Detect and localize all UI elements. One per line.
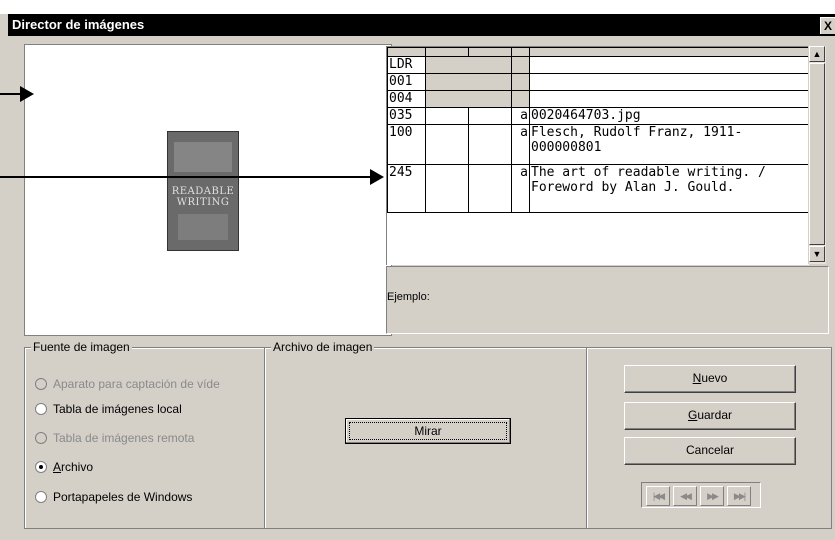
pointer-arrowhead-icon: [370, 169, 384, 185]
value-cell[interactable]: [529, 90, 809, 108]
book-cover-thumbnail: READABLE WRITING: [167, 131, 239, 251]
table-row[interactable]: 100 a Flesch, Rudolf Franz, 1911- 0000008…: [387, 124, 809, 165]
fuente-legend: Fuente de imagen: [31, 340, 132, 354]
close-icon[interactable]: X: [820, 17, 835, 34]
table-row[interactable]: 004: [387, 90, 809, 108]
scroll-up-icon[interactable]: ▲: [809, 46, 825, 62]
indicator-cell: [425, 56, 512, 74]
radio-local-table[interactable]: Tabla de imágenes local: [35, 400, 182, 418]
value-line-1: The art of readable writing. /: [531, 165, 766, 180]
value-cell[interactable]: 0020464703.jpg: [529, 107, 809, 125]
radio-label: Portapapeles de Windows: [53, 490, 193, 504]
record-navigation: |◀◀ ◀◀ ▶▶ ▶▶|: [641, 482, 761, 508]
pointer-arrow-line: [0, 176, 374, 178]
indicator2-cell[interactable]: [468, 164, 512, 213]
indicator1-cell[interactable]: [425, 107, 469, 125]
indicator-cell: [425, 90, 512, 108]
radio-button-icon[interactable]: [35, 491, 47, 503]
radio-archivo[interactable]: Archivo: [35, 458, 93, 476]
value-cell[interactable]: Flesch, Rudolf Franz, 1911- 000000801: [529, 124, 809, 165]
value-line-2: 000000801: [531, 140, 602, 155]
value-line-1: Flesch, Rudolf Franz, 1911-: [531, 125, 743, 140]
radio-clipboard[interactable]: Portapapeles de Windows: [35, 488, 192, 506]
mirar-button[interactable]: Mirar: [345, 418, 511, 444]
title-bar: Director de imágenes X: [8, 14, 835, 36]
value-line-2: Foreword by Alan J. Gould.: [531, 180, 735, 195]
cancelar-button[interactable]: Cancelar: [624, 437, 796, 465]
radio-button-icon[interactable]: [35, 432, 47, 444]
subfield-cell[interactable]: a: [511, 164, 530, 213]
ejemplo-panel: Ejemplo:: [386, 266, 829, 334]
cover-title-text: READABLE WRITING: [171, 186, 235, 208]
fuente-de-imagen-group: Fuente de imagen Aparato para captación …: [24, 340, 266, 529]
radio-remote-table[interactable]: Tabla de imágenes remota: [35, 429, 194, 447]
indicator2-cell[interactable]: [468, 107, 512, 125]
grid-scrollbar[interactable]: ▲ ▼: [808, 46, 826, 264]
subfield-cell: [511, 56, 530, 74]
table-row[interactable]: LDR: [387, 56, 809, 74]
subfield-cell: [511, 73, 530, 91]
value-cell[interactable]: [529, 73, 809, 91]
tag-cell[interactable]: LDR: [387, 56, 426, 74]
pointer-arrowhead-icon: [20, 86, 34, 102]
next-record-icon[interactable]: ▶▶: [700, 486, 724, 506]
radio-label: Tabla de imágenes remota: [53, 431, 195, 445]
grid-header-row: [387, 47, 809, 57]
table-row[interactable]: 035 a 0020464703.jpg: [387, 107, 809, 125]
cover-texture-top: [174, 142, 232, 172]
subfield-cell[interactable]: a: [511, 124, 530, 165]
indicator1-cell[interactable]: [425, 124, 469, 165]
radio-label: Tabla de imágenes local: [53, 402, 182, 416]
indicator1-cell[interactable]: [425, 164, 469, 213]
image-preview: READABLE WRITING: [24, 44, 392, 336]
radio-button-icon[interactable]: [35, 403, 47, 415]
guardar-button[interactable]: Guardar: [624, 402, 796, 430]
nuevo-button[interactable]: Nuevo: [624, 365, 796, 393]
indicator-cell: [425, 73, 512, 91]
subfield-cell[interactable]: a: [511, 107, 530, 125]
mirar-label: Mirar: [349, 422, 507, 440]
radio-label: Aparato para captación de víde: [53, 377, 220, 391]
tag-cell[interactable]: 004: [387, 90, 426, 108]
value-cell[interactable]: [529, 56, 809, 74]
cover-texture-bottom: [178, 214, 228, 240]
radio-video-capture[interactable]: Aparato para captación de víde: [35, 375, 220, 393]
previous-record-icon[interactable]: ◀◀: [673, 486, 697, 506]
first-record-icon[interactable]: |◀◀: [646, 486, 670, 506]
radio-button-icon[interactable]: [35, 378, 47, 390]
radio-button-selected-icon[interactable]: [35, 461, 47, 473]
ejemplo-label: Ejemplo:: [387, 291, 430, 303]
pointer-arrow-line: [0, 93, 22, 95]
archivo-de-imagen-group: Archivo de imagen Mirar: [264, 340, 588, 529]
marc-record-grid[interactable]: LDR 001 004 035 a 0020464703.jpg 100 a F…: [386, 46, 809, 265]
radio-label: Archivo: [53, 460, 94, 474]
table-row[interactable]: 001: [387, 73, 809, 91]
value-cell[interactable]: The art of readable writing. / Foreword b…: [529, 164, 809, 213]
subfield-cell: [511, 90, 530, 108]
window-title: Director de imágenes: [12, 17, 145, 32]
table-row[interactable]: 245 a The art of readable writing. / Fore…: [387, 164, 809, 213]
indicator2-cell[interactable]: [468, 124, 512, 165]
tag-cell[interactable]: 100: [387, 124, 426, 165]
last-record-icon[interactable]: ▶▶|: [727, 486, 751, 506]
tag-cell[interactable]: 035: [387, 107, 426, 125]
archivo-legend: Archivo de imagen: [271, 340, 375, 354]
scrollbar-thumb[interactable]: [809, 63, 825, 245]
tag-cell[interactable]: 001: [387, 73, 426, 91]
tag-cell[interactable]: 245: [387, 164, 426, 213]
scroll-down-icon[interactable]: ▼: [809, 246, 825, 262]
dialog-client: READABLE WRITING LDR 001 004 035 a 00204…: [8, 36, 835, 540]
